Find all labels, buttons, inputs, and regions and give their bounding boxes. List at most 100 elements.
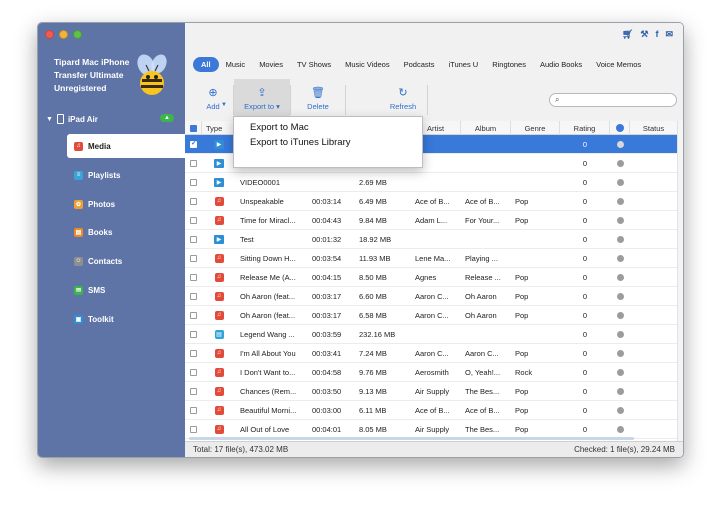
row-checkbox-cell[interactable] <box>185 273 202 281</box>
row-rating[interactable]: 0 <box>560 216 610 225</box>
header-album[interactable]: Album <box>461 121 511 135</box>
row-checkbox[interactable] <box>190 197 197 205</box>
row-checkbox-cell[interactable] <box>185 330 202 338</box>
row-rating[interactable]: 0 <box>560 368 610 377</box>
row-checkbox[interactable] <box>190 349 197 357</box>
export-to-button[interactable]: ⇪ Export to ▾ <box>234 79 290 119</box>
header-rating[interactable]: Rating <box>560 121 610 135</box>
table-row[interactable]: ♫ Sitting Down H... 00:03:54 11.93 MB Lene M… <box>185 249 683 268</box>
row-checkbox-cell[interactable] <box>185 406 202 414</box>
row-checkbox[interactable] <box>190 311 197 319</box>
table-row[interactable]: ▶ VIDEO0001 2.69 MB 0 <box>185 173 683 192</box>
header-genre[interactable]: Genre <box>511 121 560 135</box>
select-all-checkbox[interactable] <box>189 124 197 132</box>
delete-button[interactable]: 🗑︎ Delete <box>297 79 339 119</box>
row-checkbox[interactable] <box>190 406 197 414</box>
table-row[interactable]: ♫ Release Me (A... 00:04:15 8.50 MB Agnes Rel… <box>185 268 683 287</box>
table-row[interactable]: ♫ Beautiful Morni... 00:03:00 6.11 MB Ace of… <box>185 401 683 420</box>
tab-voice-memos[interactable]: Voice Memos <box>589 57 648 72</box>
tab-itunes-u[interactable]: iTunes U <box>441 57 485 72</box>
tab-all[interactable]: All <box>193 57 219 72</box>
row-rating[interactable]: 0 <box>560 178 610 187</box>
sidebar-item-sms[interactable]: ✉ SMS <box>72 278 185 302</box>
add-dropdown-arrow-icon[interactable]: ▼ <box>221 102 227 108</box>
row-rating[interactable]: 0 <box>560 292 610 301</box>
row-checkbox[interactable] <box>190 140 197 148</box>
row-rating[interactable]: 0 <box>560 235 610 244</box>
wrench-icon[interactable]: ⚒︎ <box>640 29 648 40</box>
sidebar-item-photos[interactable]: ✿ Photos <box>72 192 185 216</box>
sidebar-item-media[interactable]: ♫ Media <box>67 134 185 158</box>
header-type[interactable]: Type <box>202 121 236 135</box>
close-button[interactable] <box>45 30 54 39</box>
table-row[interactable]: ▶ Test 00:01:32 18.92 MB 0 <box>185 230 683 249</box>
row-checkbox-cell[interactable] <box>185 349 202 357</box>
row-rating[interactable]: 0 <box>560 254 610 263</box>
cart-icon[interactable]: 🛒︎ <box>622 29 633 40</box>
add-button[interactable]: ⊕ Add <box>193 79 233 119</box>
sidebar-item-playlists[interactable]: ≡ Playlists <box>72 163 185 187</box>
table-row[interactable]: ♫ Oh Aaron (feat... 00:03:17 6.60 MB Aaron C… <box>185 287 683 306</box>
tab-music-videos[interactable]: Music Videos <box>338 57 396 72</box>
row-rating[interactable]: 0 <box>560 349 610 358</box>
sidebar-item-contacts[interactable]: ☺ Contacts <box>72 249 185 273</box>
row-rating[interactable]: 0 <box>560 197 610 206</box>
table-row[interactable]: ♫ Oh Aaron (feat... 00:03:17 6.58 MB Aaron C… <box>185 306 683 325</box>
tab-ringtones[interactable]: Ringtones <box>485 57 533 72</box>
device-row[interactable]: ▼ iPad Air ▲ <box>46 112 178 126</box>
minimize-button[interactable] <box>59 30 68 39</box>
tab-podcasts[interactable]: Podcasts <box>397 57 442 72</box>
row-checkbox[interactable] <box>190 387 197 395</box>
menu-item-export-to-itunes[interactable]: Export to iTunes Library <box>234 135 422 150</box>
row-checkbox[interactable] <box>190 330 197 338</box>
facebook-icon[interactable]: f <box>655 29 658 40</box>
row-checkbox-cell[interactable] <box>185 292 202 300</box>
refresh-button[interactable]: ↻ Refresh <box>382 79 424 119</box>
tab-movies[interactable]: Movies <box>252 57 290 72</box>
table-row[interactable]: ♫ Time for Miracl... 00:04:43 9.84 MB Adam L… <box>185 211 683 230</box>
row-checkbox[interactable] <box>190 235 197 243</box>
disclosure-triangle-icon[interactable]: ▼ <box>46 116 53 123</box>
row-checkbox[interactable] <box>190 273 197 281</box>
table-row[interactable]: ▤ Legend Wang ... 00:03:59 232.16 MB 0 <box>185 325 683 344</box>
header-status[interactable]: Status <box>630 121 677 135</box>
row-rating[interactable]: 0 <box>560 406 610 415</box>
row-rating[interactable]: 0 <box>560 425 610 434</box>
row-rating[interactable]: 0 <box>560 140 610 149</box>
tab-tv-shows[interactable]: TV Shows <box>290 57 338 72</box>
row-checkbox-cell[interactable] <box>185 235 202 243</box>
row-checkbox-cell[interactable] <box>185 197 202 205</box>
row-checkbox[interactable] <box>190 425 197 433</box>
row-checkbox[interactable] <box>190 254 197 262</box>
row-checkbox[interactable] <box>190 159 197 167</box>
row-rating[interactable]: 0 <box>560 311 610 320</box>
row-checkbox[interactable] <box>190 292 197 300</box>
tab-music[interactable]: Music <box>219 57 253 72</box>
menu-item-export-to-mac[interactable]: Export to Mac <box>234 120 422 135</box>
header-select-all[interactable] <box>185 121 202 135</box>
tab-audio-books[interactable]: Audio Books <box>533 57 589 72</box>
row-checkbox-cell[interactable] <box>185 368 202 376</box>
row-checkbox-cell[interactable] <box>185 140 202 148</box>
table-row[interactable]: ♫ Chances (Rem... 00:03:50 9.13 MB Air Suppl… <box>185 382 683 401</box>
row-checkbox-cell[interactable] <box>185 178 202 186</box>
row-checkbox-cell[interactable] <box>185 425 202 433</box>
row-checkbox-cell[interactable] <box>185 159 202 167</box>
header-cloud[interactable] <box>610 121 630 135</box>
vertical-scrollbar[interactable] <box>677 121 683 443</box>
feedback-icon[interactable]: ✉︎ <box>665 29 673 40</box>
row-checkbox[interactable] <box>190 216 197 224</box>
row-rating[interactable]: 0 <box>560 387 610 396</box>
row-checkbox[interactable] <box>190 368 197 376</box>
sidebar-item-toolkit[interactable]: ▣ Toolkit <box>72 307 185 331</box>
row-checkbox-cell[interactable] <box>185 387 202 395</box>
row-rating[interactable]: 0 <box>560 273 610 282</box>
search-input[interactable]: ⌕ <box>549 93 677 107</box>
row-checkbox[interactable] <box>190 178 197 186</box>
horizontal-scrollbar[interactable] <box>189 437 634 440</box>
row-checkbox-cell[interactable] <box>185 216 202 224</box>
table-row[interactable]: ♫ I Don't Want to... 00:04:58 9.76 MB Aerosm… <box>185 363 683 382</box>
sidebar-item-books[interactable]: ▤ Books <box>72 220 185 244</box>
row-checkbox-cell[interactable] <box>185 311 202 319</box>
table-row[interactable]: ♫ I'm All About You 00:03:41 7.24 MB Aaron C… <box>185 344 683 363</box>
